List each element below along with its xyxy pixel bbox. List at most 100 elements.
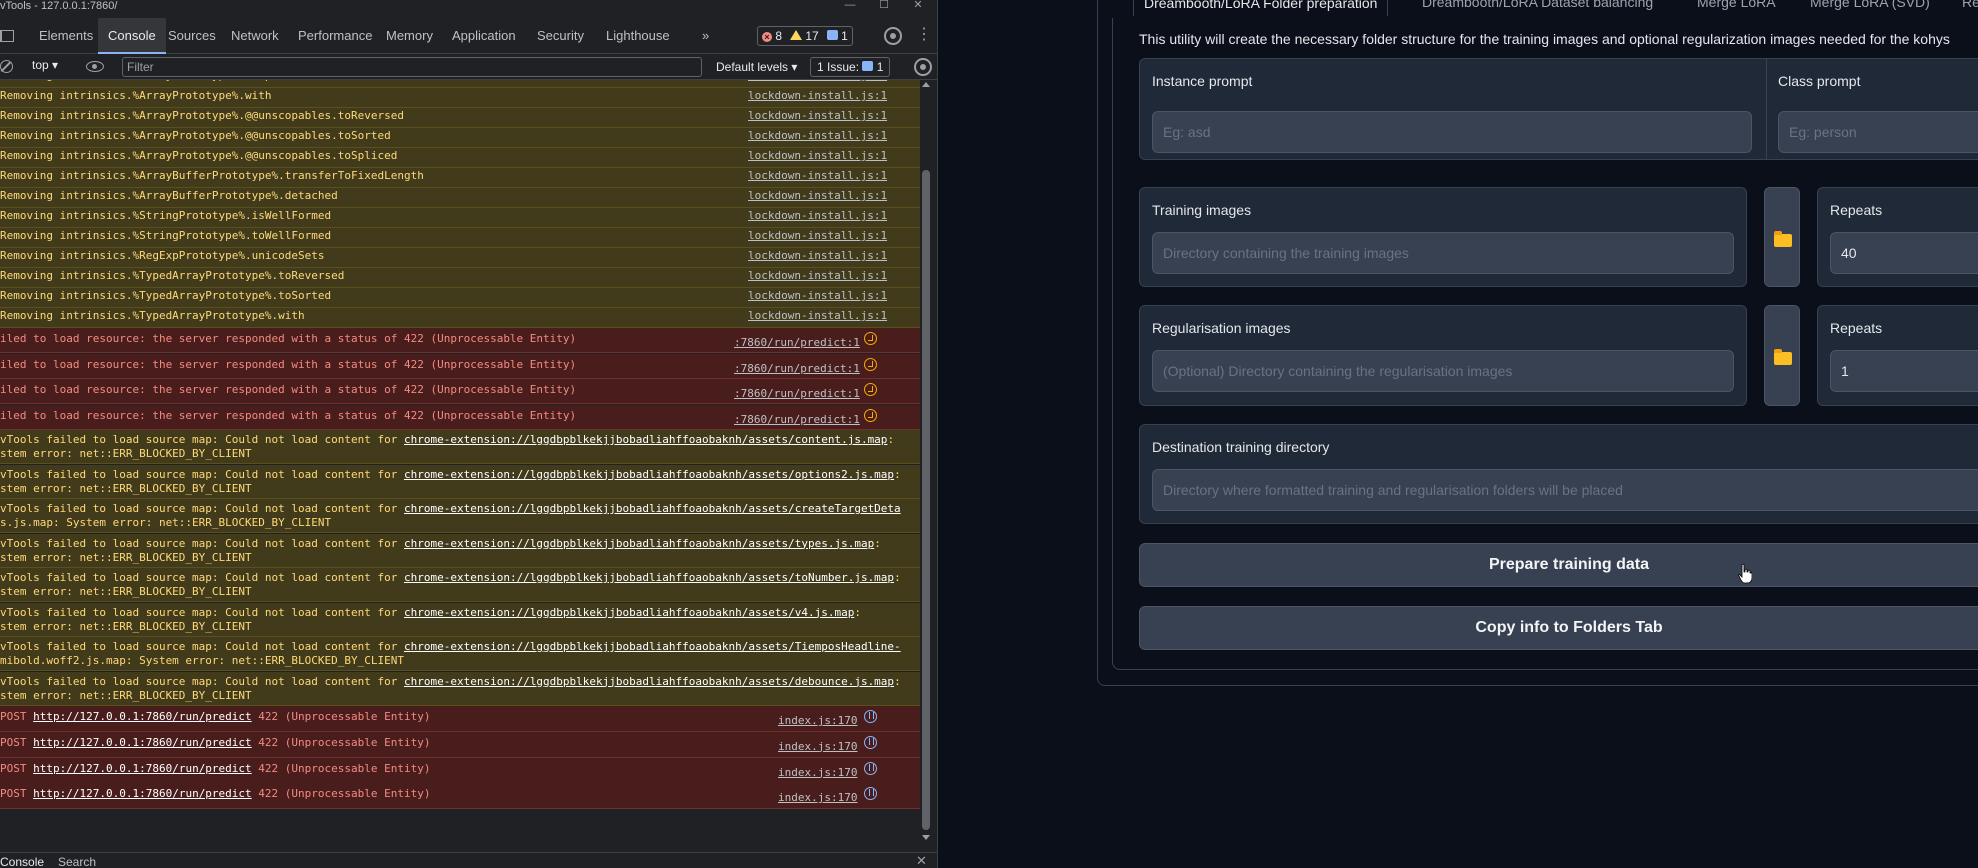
more-tabs-chevron-icon[interactable]: » xyxy=(692,18,719,54)
scrollbar-thumb[interactable] xyxy=(922,170,930,830)
console-source-link[interactable]: lockdown-install.js:1 xyxy=(748,129,887,142)
maximize-button[interactable]: ☐ xyxy=(866,0,902,11)
console-scrollbar[interactable] xyxy=(920,80,932,850)
request-url-link[interactable]: http://127.0.0.1:7860/run/predict xyxy=(33,787,252,800)
request-url-link[interactable]: http://127.0.0.1:7860/run/predict xyxy=(33,762,252,775)
instance-prompt-input[interactable] xyxy=(1152,111,1752,153)
console-settings-gear-icon[interactable] xyxy=(914,58,932,76)
tab-dataset-balancing[interactable]: Dreambooth/LoRA Dataset balancing xyxy=(1422,0,1653,10)
settings-gear-icon[interactable] xyxy=(884,27,902,45)
tab-console[interactable]: Console xyxy=(98,18,166,54)
drawer-tab-search[interactable]: Search xyxy=(58,855,96,868)
source-map-link[interactable]: chrome-extension://lggdbpblkekjjbobadlia… xyxy=(404,502,901,515)
console-source-link[interactable]: lockdown-install.js:1 xyxy=(748,89,887,102)
console-warning-row: vTools failed to load source map: Could … xyxy=(0,499,920,533)
minimize-button[interactable]: — xyxy=(832,0,868,11)
source-map-link[interactable]: chrome-extension://lggdbpblkekjjbobadlia… xyxy=(404,606,854,619)
network-request-icon[interactable] xyxy=(864,761,877,775)
console-source-link[interactable]: lockdown-install.js:1 xyxy=(748,169,887,182)
console-message: iled to load resource: the server respon… xyxy=(0,357,577,371)
close-window-button[interactable]: ✕ xyxy=(900,0,936,11)
training-images-input[interactable] xyxy=(1152,232,1734,274)
drawer-tab-console[interactable]: Console xyxy=(0,855,44,868)
console-source-link[interactable]: lockdown-install.js:1 xyxy=(748,189,887,202)
issue-icon xyxy=(862,61,874,71)
reg-images-input[interactable] xyxy=(1152,350,1734,392)
console-source-link[interactable]: index.js:170 xyxy=(778,740,857,753)
tab-memory[interactable]: Memory xyxy=(376,18,443,54)
tab-elements[interactable]: Elements xyxy=(29,18,103,54)
drawer-close-icon[interactable]: ✕ xyxy=(916,853,927,868)
tab-lighthouse[interactable]: Lighthouse xyxy=(596,18,680,54)
fetch-request-icon[interactable] xyxy=(864,383,877,396)
tab-more[interactable]: Re xyxy=(1962,0,1978,10)
console-source-link[interactable]: index.js:170 xyxy=(778,791,857,804)
copy-info-to-folders-button[interactable]: Copy info to Folders Tab xyxy=(1139,606,1978,650)
clear-console-icon[interactable] xyxy=(0,60,13,73)
console-source-link[interactable]: index.js:170 xyxy=(778,766,857,779)
console-source-link[interactable]: :7860/run/predict:1 xyxy=(734,413,860,426)
source-map-link[interactable]: chrome-extension://lggdbpblkekjjbobadlia… xyxy=(404,537,874,550)
context-select[interactable]: top ▾ xyxy=(32,58,58,72)
reg-folder-button[interactable] xyxy=(1764,305,1800,406)
console-source-link[interactable]: lockdown-install.js:1 xyxy=(748,309,887,322)
request-url-link[interactable]: http://127.0.0.1:7860/run/predict xyxy=(33,710,252,723)
tab-merge-lora[interactable]: Merge LoRA xyxy=(1697,0,1776,10)
dock-side-icon[interactable] xyxy=(0,30,14,42)
console-message: vTools failed to load source map: Could … xyxy=(0,675,901,688)
network-request-icon[interactable] xyxy=(864,710,877,723)
source-map-link[interactable]: chrome-extension://lggdbpblkekjjbobadlia… xyxy=(404,468,894,481)
training-folder-button[interactable] xyxy=(1764,187,1800,287)
fetch-request-icon[interactable] xyxy=(864,332,877,345)
training-repeats-input[interactable] xyxy=(1830,232,1978,274)
console-source-link[interactable]: lockdown-install.js:1 xyxy=(748,289,887,302)
destination-label: Destination training directory xyxy=(1152,439,1330,455)
console-source-link[interactable]: :7860/run/predict:1 xyxy=(734,362,860,375)
tab-network[interactable]: Network xyxy=(221,18,289,54)
console-source-link[interactable]: :7860/run/predict:1 xyxy=(734,336,860,349)
issues-button[interactable]: 1 Issue: 1 xyxy=(810,57,891,77)
source-map-link[interactable]: chrome-extension://lggdbpblkekjjbobadlia… xyxy=(404,675,894,688)
source-map-link[interactable]: chrome-extension://lggdbpblkekjjbobadlia… xyxy=(404,640,901,653)
tab-performance[interactable]: Performance xyxy=(288,18,382,54)
console-source-link[interactable]: lockdown-install.js:1 xyxy=(748,229,887,242)
more-options-kebab-icon[interactable]: ⋮ xyxy=(916,26,932,44)
network-request-icon[interactable] xyxy=(864,735,877,749)
console-source-link[interactable]: lockdown-install.js:1 xyxy=(748,249,887,262)
scroll-down-arrow-icon[interactable] xyxy=(922,835,930,840)
reg-repeats-block: Repeats xyxy=(1817,305,1978,406)
console-warning-row: Removing intrinsics.%ArrayPrototype%.@@u… xyxy=(0,128,920,148)
source-map-link[interactable]: chrome-extension://lggdbpblkekjjbobadlia… xyxy=(404,571,894,584)
fetch-request-icon[interactable] xyxy=(864,408,877,422)
scroll-up-arrow-icon[interactable] xyxy=(922,82,930,87)
console-source-link[interactable]: lockdown-install.js:1 xyxy=(748,80,887,82)
log-levels-dropdown[interactable]: Default levels ▾ xyxy=(716,60,797,74)
tab-security[interactable]: Security xyxy=(527,18,594,54)
request-status: 422 (Unprocessable Entity) xyxy=(251,735,431,749)
live-expression-eye-icon[interactable] xyxy=(86,61,104,72)
source-map-link[interactable]: chrome-extension://lggdbpblkekjjbobadlia… xyxy=(404,433,887,446)
tab-application[interactable]: Application xyxy=(442,18,526,54)
console-source-link[interactable]: lockdown-install.js:1 xyxy=(748,149,887,162)
hand-cursor-icon xyxy=(1738,564,1752,584)
console-source-link[interactable]: lockdown-install.js:1 xyxy=(748,269,887,282)
fetch-request-icon[interactable] xyxy=(864,357,877,371)
tab-merge-lora-svd[interactable]: Merge LoRA (SVD) xyxy=(1810,0,1930,10)
tab-sources[interactable]: Sources xyxy=(158,18,226,54)
tab-folder-preparation[interactable]: Dreambooth/LoRA Folder preparation xyxy=(1133,0,1389,16)
filter-input[interactable] xyxy=(122,57,702,77)
class-prompt-input[interactable] xyxy=(1778,111,1978,153)
console-source-link[interactable]: lockdown-install.js:1 xyxy=(748,109,887,122)
network-request-icon[interactable] xyxy=(864,787,877,801)
console-error-row: POST http://127.0.0.1:7860/run/predict 4… xyxy=(0,783,920,810)
destination-input[interactable] xyxy=(1152,469,1978,511)
console-warning-row: Removing intrinsics.%ArrayBufferPrototyp… xyxy=(0,168,920,188)
request-url-link[interactable]: http://127.0.0.1:7860/run/predict xyxy=(33,736,252,749)
devtools-titlebar: vTools - 127.0.0.1:7860/ — ☐ ✕ xyxy=(0,0,937,14)
console-source-link[interactable]: :7860/run/predict:1 xyxy=(734,387,860,400)
prepare-training-data-button[interactable]: Prepare training data xyxy=(1139,543,1978,587)
reg-repeats-input[interactable] xyxy=(1830,350,1978,392)
console-counts[interactable]: × 8 17 1 xyxy=(757,26,853,46)
console-source-link[interactable]: lockdown-install.js:1 xyxy=(748,209,887,222)
console-source-link[interactable]: index.js:170 xyxy=(778,714,857,727)
